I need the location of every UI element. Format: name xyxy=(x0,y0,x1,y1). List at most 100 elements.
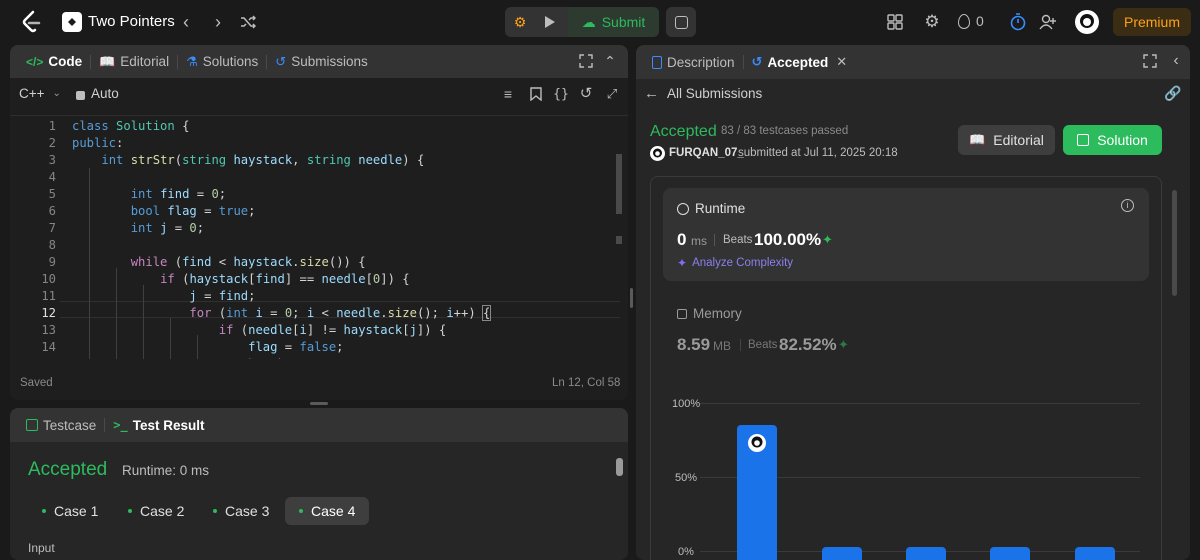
user-avatar[interactable] xyxy=(1075,10,1099,34)
tab-solutions[interactable]: ⚗ Solutions xyxy=(178,45,266,79)
cloud-upload-icon: ☁ xyxy=(581,13,596,30)
line-number: 6 xyxy=(48,204,56,218)
line-number: 1 xyxy=(48,119,56,133)
line-number: 5 xyxy=(48,187,56,201)
analyze-complexity-link[interactable]: ✦ Analyze Complexity xyxy=(677,256,793,270)
gridline-100 xyxy=(700,403,1140,404)
tab-editorial[interactable]: 📖 Editorial xyxy=(91,45,177,79)
next-problem-icon[interactable]: › xyxy=(208,12,228,32)
y-tick-label: 50% xyxy=(675,472,698,484)
settings-gear-icon[interactable]: ⚙ xyxy=(922,12,942,32)
clap-icon: ✦ xyxy=(838,337,849,352)
all-submissions-link[interactable]: ← All Submissions xyxy=(644,85,762,102)
maximize-icon[interactable] xyxy=(578,53,594,69)
submission-status: Accepted xyxy=(650,123,717,140)
history-icon: ↺ xyxy=(275,53,287,69)
line-number: 15 xyxy=(10,357,56,359)
info-icon[interactable]: i xyxy=(1121,199,1134,212)
flask-icon: ⚗ xyxy=(186,53,198,69)
language-select[interactable]: C++ ⌄ xyxy=(19,86,61,101)
memory-unit: MB xyxy=(713,339,731,353)
test-result-panel: Testcase >_ Test Result Accepted Runtime… xyxy=(10,408,628,560)
input-label: Input xyxy=(28,541,55,555)
runtime-title: Runtime xyxy=(695,201,746,216)
case-label: Case 2 xyxy=(140,503,185,519)
debug-icon[interactable]: ⚙ xyxy=(510,12,530,32)
checkbox-icon xyxy=(26,419,38,431)
pass-dot xyxy=(128,509,132,513)
note-icon xyxy=(674,15,688,29)
save-status: Saved xyxy=(20,377,53,389)
chip-icon xyxy=(677,308,687,319)
chevron-down-icon: ⌄ xyxy=(52,88,61,99)
fullscreen-icon[interactable]: ⤢ xyxy=(604,86,620,102)
distribution-bar[interactable] xyxy=(822,546,862,560)
braces-icon[interactable]: {} xyxy=(552,85,570,103)
tab-submissions[interactable]: ↺ Submissions xyxy=(267,45,375,79)
tab-testcase[interactable]: Testcase xyxy=(18,408,104,442)
flame-icon xyxy=(958,13,970,29)
distribution-bar[interactable] xyxy=(1075,546,1115,560)
tab-test-result[interactable]: >_ Test Result xyxy=(105,408,212,442)
editor-tabbar: </> Code 📖 Editorial ⚗ Solutions ↺ Submi… xyxy=(10,45,628,78)
editorial-button[interactable]: 📖 Editorial xyxy=(958,125,1055,155)
notes-button[interactable] xyxy=(666,7,696,37)
clap-icon: ✦ xyxy=(822,232,833,247)
prev-problem-icon[interactable]: ‹ xyxy=(176,12,196,32)
memory-beats-value: 82.52% xyxy=(779,335,837,354)
submitter-name[interactable]: FURQAN_07_ xyxy=(669,147,744,159)
timer-icon[interactable] xyxy=(1008,12,1028,32)
maximize-icon[interactable] xyxy=(1142,53,1158,69)
case-4-button[interactable]: Case 4 xyxy=(285,497,370,525)
code-line: while (find < haystack.size()) { xyxy=(130,255,366,269)
pass-dot xyxy=(213,509,217,513)
tab-code[interactable]: </> Code xyxy=(18,45,90,79)
code-line: for (int i = 0; i < needle.size(); i++) … xyxy=(189,305,492,321)
clock-icon xyxy=(677,202,689,215)
link-icon[interactable]: 🔗 xyxy=(1164,85,1182,101)
line-number: 9 xyxy=(48,255,56,269)
close-tab-icon[interactable]: ✕ xyxy=(836,54,847,70)
layout-icon[interactable] xyxy=(886,13,904,31)
lock-icon xyxy=(76,90,85,100)
auto-mode-toggle[interactable]: Auto xyxy=(76,86,119,101)
vertical-resize-handle[interactable] xyxy=(630,288,633,308)
submit-button[interactable]: ☁ Submit xyxy=(568,7,659,37)
line-number: 3 xyxy=(48,153,56,167)
case-1-button[interactable]: Case 1 xyxy=(28,497,112,525)
problem-list-icon[interactable] xyxy=(62,12,82,32)
line-number: 10 xyxy=(41,272,56,286)
tab-description[interactable]: Description xyxy=(644,45,743,79)
leetcode-logo[interactable] xyxy=(20,10,42,34)
distribution-bar[interactable] xyxy=(990,546,1030,560)
premium-button[interactable]: Premium xyxy=(1113,8,1191,36)
case-2-button[interactable]: Case 2 xyxy=(114,497,198,525)
collapse-left-icon[interactable]: ‹ xyxy=(1168,52,1184,69)
case-label: Case 3 xyxy=(225,503,270,519)
code-line: flag = false; xyxy=(248,340,344,354)
run-button[interactable] xyxy=(540,12,560,32)
tab-accepted[interactable]: ↺ Accepted ✕ xyxy=(744,45,856,79)
edit-icon xyxy=(1077,134,1090,146)
format-lines-icon[interactable]: ≡ xyxy=(500,86,516,102)
streak-counter[interactable]: 0 xyxy=(958,13,984,29)
code-area[interactable]: 1 2 3 4 5 6 7 8 9 10 11 12 13 14 15 clas… xyxy=(10,115,628,359)
stats-scrollbar[interactable] xyxy=(1172,190,1177,296)
editor-scrollbar[interactable] xyxy=(616,154,622,214)
streak-count: 0 xyxy=(976,13,984,29)
shuffle-icon[interactable] xyxy=(238,12,258,32)
test-result-status: Accepted xyxy=(28,459,108,480)
bookmark-icon[interactable] xyxy=(528,86,544,102)
case-3-button[interactable]: Case 3 xyxy=(199,497,283,525)
editorial-label: Editorial xyxy=(993,132,1044,148)
line-number: 7 xyxy=(48,221,56,235)
test-tabbar: Testcase >_ Test Result xyxy=(10,408,628,442)
collapse-up-icon[interactable]: ⌃ xyxy=(602,53,618,69)
test-scrollbar[interactable] xyxy=(616,458,623,476)
add-friend-icon[interactable] xyxy=(1038,12,1058,32)
reset-icon[interactable]: ↺ xyxy=(578,85,594,102)
solution-button[interactable]: Solution xyxy=(1063,125,1162,155)
problem-list-title[interactable]: Two Pointers xyxy=(88,13,175,30)
horizontal-resize-handle[interactable] xyxy=(310,402,328,405)
distribution-bar[interactable] xyxy=(906,546,946,560)
